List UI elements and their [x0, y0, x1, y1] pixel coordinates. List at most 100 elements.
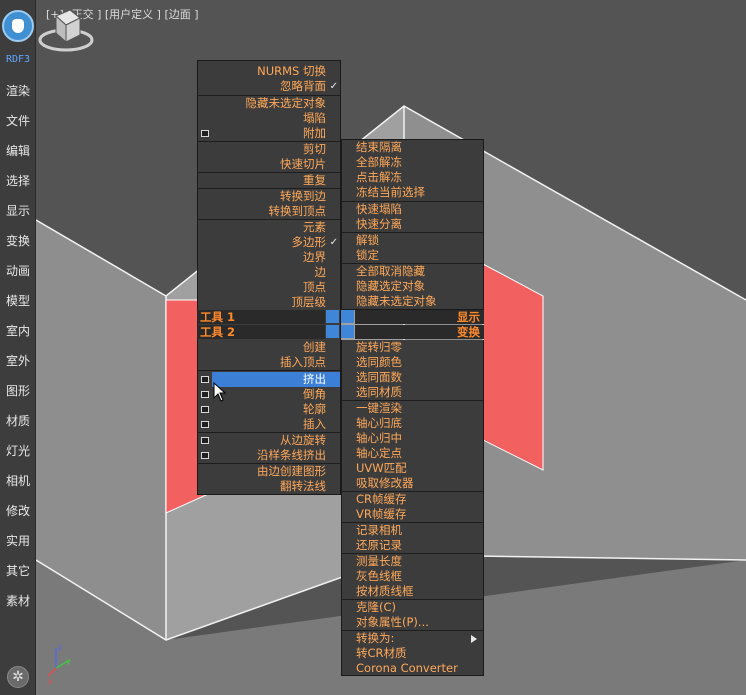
menu-item-select-same-material[interactable]: 选同材质 — [342, 385, 483, 400]
viewcube-icon[interactable] — [36, 0, 96, 60]
sidebar-item-other[interactable]: 其它 — [0, 563, 36, 579]
sidebar-item-exterior[interactable]: 室外 — [0, 353, 36, 369]
options-box-icon[interactable] — [201, 406, 209, 413]
menu-item-material-wireframe[interactable]: 按材质线框 — [342, 584, 483, 599]
quad-menu-right-lower: 旋转归零 选同颜色 选同面数 选同材质 一键渲染 轴心归底 轴心归中 轴心定点 … — [341, 340, 484, 676]
menu-item-unfreeze-all[interactable]: 全部解冻 — [342, 155, 483, 170]
app-logo-icon[interactable] — [2, 10, 34, 42]
menu-item-border[interactable]: 边界 — [198, 250, 340, 265]
sidebar-item-interior[interactable]: 室内 — [0, 323, 36, 339]
menu-item-outline[interactable]: 轮廓 — [198, 402, 340, 417]
menu-item-element[interactable]: 元素 — [198, 220, 340, 235]
quad-corner-icon[interactable] — [341, 325, 354, 338]
menu-item-object-properties[interactable]: 对象属性(P)... — [342, 615, 483, 630]
menu-item-pick-modifier[interactable]: 吸取修改器 — [342, 476, 483, 491]
menu-item-convert-to[interactable]: 转换为: — [342, 631, 483, 646]
menu-item-polygon[interactable]: 多边形 — [198, 235, 340, 250]
sidebar-brand: RDF3 — [5, 54, 31, 65]
sidebar-item-file[interactable]: 文件 — [0, 113, 36, 129]
menu-item-ignore-backfacing[interactable]: 忽略背面 — [198, 79, 340, 94]
menu-item-gray-wireframe[interactable]: 灰色线框 — [342, 569, 483, 584]
options-box-icon[interactable] — [201, 437, 209, 444]
menu-item-end-isolate[interactable]: 结束隔离 — [342, 140, 483, 155]
menu-item-create[interactable]: 创建 — [198, 340, 340, 355]
quad-menu-left-lower: 创建 插入顶点 挤出 倒角 轮廓 插入 从边旋转 沿样条线挤出 由边创建图形 翻… — [197, 340, 341, 495]
menu-item-convert-to-vertex[interactable]: 转换到顶点 — [198, 204, 340, 219]
menu-item-convert-cr-material[interactable]: 转CR材质 — [342, 646, 483, 661]
quad-corner-icon[interactable] — [341, 310, 354, 323]
quad-menu-right-upper: 结束隔离 全部解冻 点击解冻 冻结当前选择 快速塌陷 快速分离 解锁 锁定 全部… — [341, 139, 484, 310]
sidebar-item-assets[interactable]: 素材 — [0, 593, 36, 609]
mouse-cursor-icon — [213, 382, 227, 402]
menu-item-hide-unselected-objects[interactable]: 隐藏未选定对象 — [342, 294, 483, 309]
menu-item-unfreeze-by-hit[interactable]: 点击解冻 — [342, 170, 483, 185]
svg-text:x: x — [48, 677, 53, 686]
sidebar-item-shapes[interactable]: 图形 — [0, 383, 36, 399]
menu-item-inset[interactable]: 插入 — [198, 417, 340, 432]
menu-item-pivot-to-point[interactable]: 轴心定点 — [342, 446, 483, 461]
menu-item-select-same-facecount[interactable]: 选同面数 — [342, 370, 483, 385]
sidebar-item-utility[interactable]: 实用 — [0, 533, 36, 549]
menu-item-select-same-color[interactable]: 选同颜色 — [342, 355, 483, 370]
menu-item-extrude[interactable]: 挤出 — [212, 372, 340, 387]
quad-header-tools-2: 工具 2 — [197, 325, 325, 339]
menu-item-uvw-match[interactable]: UVW匹配 — [342, 461, 483, 476]
sidebar-item-select[interactable]: 选择 — [0, 173, 36, 189]
sidebar-item-edit[interactable]: 编辑 — [0, 143, 36, 159]
menu-item-quick-slice[interactable]: 快速切片 — [198, 157, 340, 172]
menu-item-nurms-toggle[interactable]: NURMS 切换 — [198, 64, 340, 79]
menu-item-insert-vertex[interactable]: 插入顶点 — [198, 355, 340, 370]
menu-item-attach[interactable]: 附加 — [198, 126, 340, 141]
menu-item-pivot-to-center[interactable]: 轴心归中 — [342, 431, 483, 446]
menu-item-cut[interactable]: 剪切 — [198, 142, 340, 157]
sidebar-item-materials[interactable]: 材质 — [0, 413, 36, 429]
menu-item-reset-rotation[interactable]: 旋转归零 — [342, 340, 483, 355]
quad-corner-icon[interactable] — [326, 325, 339, 338]
submenu-arrow-icon — [471, 635, 477, 643]
menu-item-unhide-all[interactable]: 全部取消隐藏 — [342, 264, 483, 279]
menu-item-clone[interactable]: 克隆(C) — [342, 600, 483, 615]
menu-item-cr-framebuffer[interactable]: CR帧缓存 — [342, 492, 483, 507]
menu-item-lock[interactable]: 锁定 — [342, 248, 483, 263]
options-box-icon[interactable] — [201, 376, 209, 383]
svg-text:y: y — [66, 657, 71, 666]
menu-item-hinge-from-edge[interactable]: 从边旋转 — [198, 433, 340, 448]
sidebar-item-lights[interactable]: 灯光 — [0, 443, 36, 459]
menu-item-freeze-selection[interactable]: 冻结当前选择 — [342, 185, 483, 200]
menu-item-unlock[interactable]: 解锁 — [342, 233, 483, 248]
menu-item-convert-to-edge[interactable]: 转换到边 — [198, 189, 340, 204]
options-box-icon[interactable] — [201, 452, 209, 459]
menu-item-flip-normals[interactable]: 翻转法线 — [198, 479, 340, 494]
menu-item-top-level[interactable]: 顶层级 — [198, 295, 340, 310]
menu-item-vertex[interactable]: 顶点 — [198, 280, 340, 295]
menu-item-corona-converter[interactable]: Corona Converter — [342, 661, 483, 676]
quad-corner-icon[interactable] — [326, 310, 339, 323]
sidebar-item-modify[interactable]: 修改 — [0, 503, 36, 519]
menu-item-pivot-to-bottom[interactable]: 轴心归底 — [342, 416, 483, 431]
menu-item-quick-detach[interactable]: 快速分离 — [342, 217, 483, 232]
settings-icon[interactable]: ✲ — [7, 666, 29, 688]
sidebar-item-transform[interactable]: 变换 — [0, 233, 36, 249]
quad-header-tools-1: 工具 1 — [197, 310, 325, 324]
menu-item-extrude-along-spline[interactable]: 沿样条线挤出 — [198, 448, 340, 463]
menu-item-hide-unselected[interactable]: 隐藏未选定对象 — [198, 96, 340, 111]
sidebar-item-animation[interactable]: 动画 — [0, 263, 36, 279]
menu-item-edge[interactable]: 边 — [198, 265, 340, 280]
menu-item-repeat[interactable]: 重复 — [198, 173, 340, 188]
sidebar-item-camera[interactable]: 相机 — [0, 473, 36, 489]
sidebar-item-display[interactable]: 显示 — [0, 203, 36, 219]
sidebar-item-model[interactable]: 模型 — [0, 293, 36, 309]
menu-item-collapse[interactable]: 塌陷 — [198, 111, 340, 126]
menu-item-vr-framebuffer[interactable]: VR帧缓存 — [342, 507, 483, 522]
menu-item-create-shape-from-edges[interactable]: 由边创建图形 — [198, 464, 340, 479]
menu-item-one-click-render[interactable]: 一键渲染 — [342, 401, 483, 416]
menu-item-record-camera[interactable]: 记录相机 — [342, 523, 483, 538]
sidebar-item-render[interactable]: 渲染 — [0, 83, 36, 99]
menu-item-restore-record[interactable]: 还原记录 — [342, 538, 483, 553]
options-box-icon[interactable] — [201, 130, 209, 137]
options-box-icon[interactable] — [201, 391, 209, 398]
menu-item-hide-selected[interactable]: 隐藏选定对象 — [342, 279, 483, 294]
menu-item-quick-collapse[interactable]: 快速塌陷 — [342, 202, 483, 217]
options-box-icon[interactable] — [201, 421, 209, 428]
menu-item-measure-length[interactable]: 测量长度 — [342, 554, 483, 569]
